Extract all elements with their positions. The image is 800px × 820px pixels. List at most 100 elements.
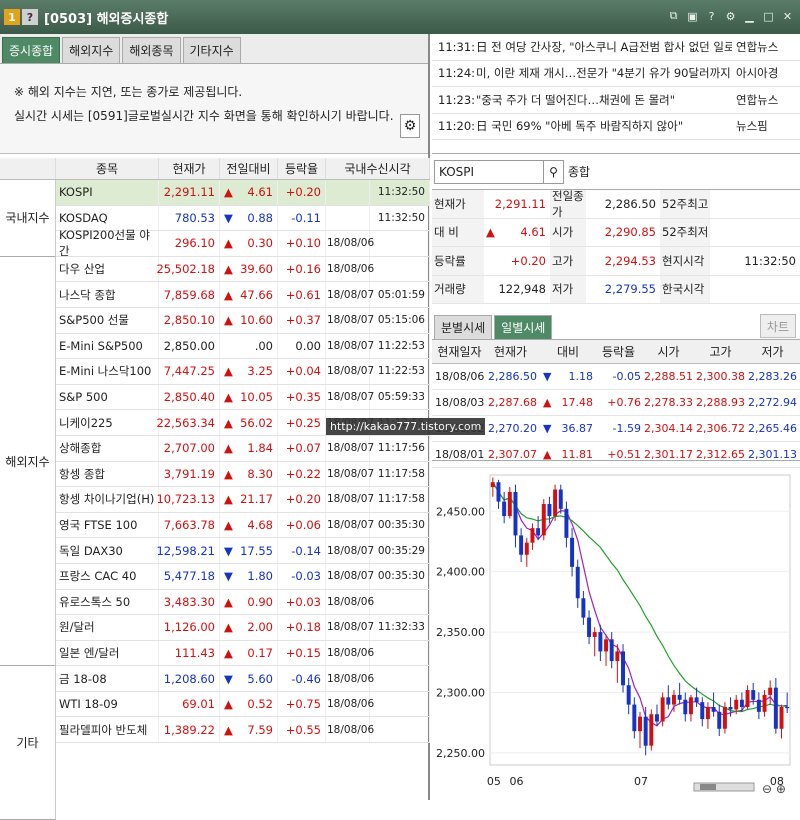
table-row[interactable]: 상해종합 2,707.00 ▲ 1.84 +0.07 18/08/07 11:17:56 — [0, 435, 430, 462]
row-name[interactable]: 일본 엔/달러 — [56, 640, 159, 666]
tab-daily-quotes[interactable]: 일별시세 — [494, 315, 553, 339]
down-arrow-icon: ▼ — [224, 569, 233, 584]
row-price: 22,563.34 — [156, 410, 220, 435]
row-date: 18/08/07 — [326, 307, 374, 333]
tab-minute-quotes[interactable]: 분별시세 — [434, 315, 493, 339]
table-row[interactable]: 프랑스 CAC 40 5,477.18 ▼ 1.80 -0.03 18/08/07 00:3… — [0, 563, 430, 590]
header-name[interactable]: 종목 — [56, 158, 159, 179]
help-badge[interactable]: ? — [22, 9, 38, 25]
tab-foreign-index[interactable]: 해외지수 — [62, 37, 121, 63]
candle-body — [655, 714, 659, 722]
search-icon[interactable]: ⚲ — [544, 159, 564, 184]
table-row[interactable]: KOSPI200선물 야간 296.10 ▲ 0.30 +0.10 18/08/06 — [0, 228, 430, 258]
row-name[interactable]: 항셍 차이나기업(H) — [56, 487, 159, 512]
table-row[interactable]: 원/달러 1,126.00 ▲ 2.00 +0.18 18/08/07 11:32:33 — [0, 615, 430, 641]
row-name[interactable]: 금 18-08 — [56, 666, 159, 691]
quote-label: 52주최저 — [660, 218, 710, 246]
table-row[interactable]: 다우 산업 25,502.18 ▲ 39.60 +0.16 18/08/06 — [0, 256, 430, 283]
row-price: 7,663.78 — [159, 512, 220, 538]
settings-icon[interactable]: ⚙ — [724, 9, 737, 23]
row-name[interactable]: KOSPI200선물 야간 — [56, 228, 159, 258]
row-name[interactable]: WTI 18-09 — [56, 691, 159, 717]
table-row[interactable]: S&P500 선물 2,850.10 ▲ 10.60 +0.37 18/08/07 05:1… — [0, 307, 430, 334]
row-time: 00:35:29 — [370, 538, 430, 563]
table-row[interactable]: 금 18-08 1,208.60 ▼ 5.60 -0.46 18/08/06 — [0, 666, 430, 692]
header-group — [0, 158, 56, 179]
row-name[interactable]: S&P500 선물 — [56, 307, 159, 333]
row-change-value: 1.84 — [247, 441, 273, 456]
row-name[interactable]: E-Mini S&P500 — [56, 333, 159, 359]
row-time: 11:17:56 — [370, 435, 430, 461]
row-name[interactable]: 다우 산업 — [56, 256, 159, 282]
news-item[interactable]: 11:23: "중국 주가 더 떨어진다…채권에 돈 몰려" 연합뉴스 — [432, 87, 800, 114]
row-price: 111.43 — [159, 640, 220, 666]
row-change-value: 56.02 — [240, 415, 273, 430]
up-arrow-icon: ▲ — [224, 697, 233, 712]
candle-body — [632, 704, 637, 732]
row-price: 296.10 — [159, 231, 220, 256]
candlestick-chart[interactable]: 2,450.00 2,400.00 2,350.00 2,300.00 2,250.00… — [432, 460, 800, 800]
row-name[interactable]: 프랑스 CAC 40 — [56, 563, 159, 589]
tab-market-summary[interactable]: 증시종합 — [2, 37, 61, 63]
screen-number-badge[interactable]: 1 — [4, 9, 20, 25]
news-item[interactable]: 11:20: 日 국민 69% "아베 독주 바람직하지 않아" 뉴스핌 — [432, 114, 800, 140]
tab-foreign-stocks[interactable]: 해외종목 — [122, 37, 181, 63]
table-row[interactable]: 나스닥 종합 7,859.68 ▲ 47.66 +0.61 18/08/07 05:01:5… — [0, 282, 430, 308]
row-change-value: 8.30 — [247, 466, 273, 481]
maximize-icon[interactable]: □ — [762, 9, 775, 23]
daily-low: 2,265.46 — [748, 422, 797, 435]
table-row[interactable]: 항셍 종합 3,791.19 ▲ 8.30 +0.22 18/08/07 11:17:58 — [0, 461, 430, 488]
daily-row[interactable]: 18/08/022,270.20▼36.87-1.592,304.142,306… — [432, 416, 800, 442]
tab-other-index[interactable]: 기타지수 — [182, 37, 241, 63]
header-price[interactable]: 현재가 — [159, 158, 220, 179]
news-item[interactable]: 11:31: 日 전 여당 간사장, "아스쿠니 A급전범 합사 없던 일로" 연합… — [432, 34, 800, 61]
row-name[interactable]: 독일 DAX30 — [56, 538, 159, 563]
row-name[interactable]: 유로스톡스 50 — [56, 589, 159, 615]
close-icon[interactable]: ✕ — [781, 9, 794, 23]
header-change[interactable]: 전일대비 — [220, 158, 278, 179]
table-row[interactable]: E-Mini S&P500 2,850.00 .00 0.00 18/08/07 11:2… — [0, 333, 430, 360]
header-pct[interactable]: 등락율 — [278, 158, 326, 179]
row-name[interactable]: 원/달러 — [56, 615, 159, 640]
row-name[interactable]: 영국 FTSE 100 — [56, 512, 159, 538]
row-name[interactable]: E-Mini 나스닥100 — [56, 359, 159, 384]
news-headline[interactable]: "중국 주가 더 떨어진다…채권에 돈 몰려" — [476, 92, 732, 108]
row-name[interactable]: 상해종합 — [56, 435, 159, 461]
gear-icon[interactable]: ⚙ — [400, 114, 420, 138]
daily-row[interactable]: 18/08/03 2,287.68 ▲ 17.48 +0.76 2,278.33 2,288… — [432, 390, 800, 416]
up-arrow-icon: ▲ — [224, 313, 233, 328]
table-row[interactable]: KOSPI 2,291.11 ▲ 4.61 +0.20 11:32:50 — [0, 180, 430, 206]
table-row[interactable]: 독일 DAX30 12,598.21 ▼ 17.55 -0.14 18/08/07 00:3… — [0, 538, 430, 564]
row-name[interactable]: 필라델피아 반도체 — [56, 717, 159, 743]
news-item[interactable]: 11:24: 미, 이란 제재 개시…전문가 "4분기 유가 90달러까지 급 아시… — [432, 61, 800, 87]
quote-label: 52주최고 — [660, 190, 710, 218]
table-row[interactable]: 항셍 차이나기업(H) 10,723.13 ▲ 21.17 +0.20 18/08/07 1… — [0, 487, 430, 513]
row-name[interactable]: 니케이225 — [56, 410, 159, 435]
minimize-icon[interactable]: ▁ — [743, 9, 756, 23]
table-row[interactable]: 영국 FTSE 100 7,663.78 ▲ 4.68 +0.06 18/08/07 00:… — [0, 512, 430, 539]
help-icon[interactable]: ? — [705, 9, 718, 23]
header-time[interactable]: 국내수신시각 — [326, 158, 430, 179]
symbol-input[interactable]: KOSPI — [434, 159, 544, 184]
chart-button[interactable]: 차트 — [759, 314, 796, 338]
news-headline[interactable]: 미, 이란 제재 개시…전문가 "4분기 유가 90달러까지 급 — [476, 65, 732, 81]
table-row[interactable]: 유로스톡스 50 3,483.30 ▲ 0.90 +0.03 18/08/06 — [0, 589, 430, 616]
row-name[interactable]: 나스닥 종합 — [56, 282, 159, 307]
daily-row[interactable]: 18/08/06 2,286.50 ▼ 1.18 -0.05 2,288.51 2,300.… — [432, 364, 800, 390]
table-row[interactable]: S&P 500 2,850.40 ▲ 10.05 +0.35 18/08/07 05:59:… — [0, 384, 430, 411]
candle-body — [513, 491, 518, 536]
news-headline[interactable]: 日 전 여당 간사장, "아스쿠니 A급전범 합사 없던 일로" — [476, 39, 732, 55]
table-row[interactable]: 필라델피아 반도체 1,389.22 ▲ 7.59 +0.55 18/08/06 — [0, 717, 430, 744]
row-name[interactable]: KOSPI — [56, 180, 159, 205]
row-name[interactable]: KOSDAQ — [56, 205, 159, 231]
row-name[interactable]: S&P 500 — [56, 384, 159, 410]
candle-body — [688, 697, 693, 715]
table-row[interactable]: 일본 엔/달러 111.43 ▲ 0.17 +0.15 18/08/06 — [0, 640, 430, 667]
save-icon[interactable]: ▣ — [686, 9, 699, 23]
table-row[interactable]: E-Mini 나스닥100 7,447.25 ▲ 3.25 +0.04 18/08/07 1… — [0, 359, 430, 385]
news-headline[interactable]: 日 국민 69% "아베 독주 바람직하지 않아" — [476, 118, 732, 134]
restore-icon[interactable]: ⧉ — [667, 9, 680, 23]
table-row[interactable]: WTI 18-09 69.01 ▲ 0.52 +0.75 18/08/06 — [0, 691, 430, 718]
row-name[interactable]: 항셍 종합 — [56, 461, 159, 487]
row-date — [326, 205, 370, 231]
